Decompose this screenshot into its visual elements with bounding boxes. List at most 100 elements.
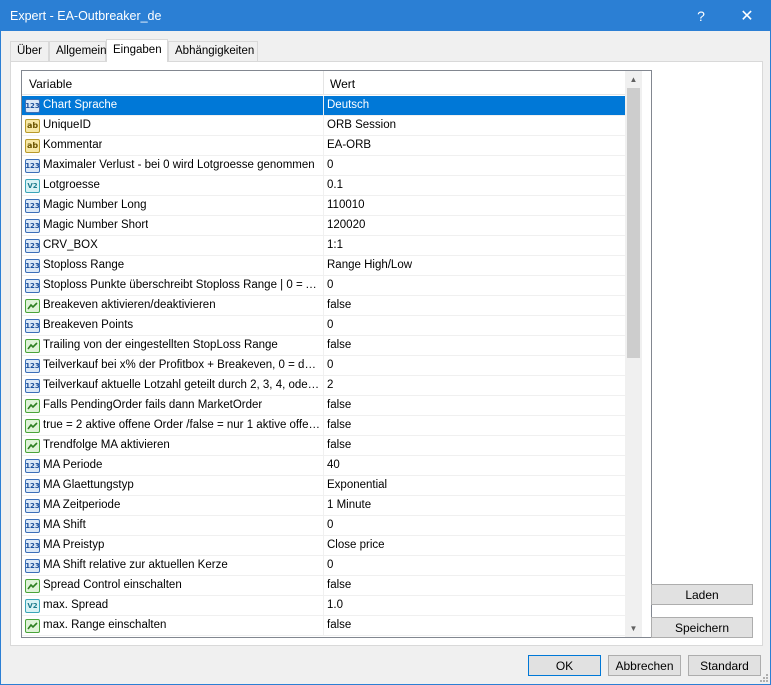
scroll-thumb[interactable] (627, 88, 640, 358)
value-cell[interactable]: 0 (324, 356, 625, 375)
value-cell[interactable]: false (324, 576, 625, 595)
table-row[interactable]: 123 CRV_BOX 1:1 (22, 236, 625, 256)
value-cell[interactable]: Deutsch (324, 96, 625, 115)
ok-button[interactable]: OK (528, 655, 601, 676)
table-row[interactable]: true = 2 aktive offene Order /false = nu… (22, 416, 625, 436)
table-row[interactable]: Spread Control einschalten false (22, 576, 625, 596)
value-cell[interactable]: 0.1 (324, 176, 625, 195)
value-cell[interactable]: 1.0 (324, 596, 625, 615)
variable-cell[interactable]: Breakeven aktivieren/deaktivieren (22, 296, 324, 315)
scroll-down-icon[interactable]: ▼ (625, 620, 642, 637)
table-row[interactable]: V2 max. Spread 1.0 (22, 596, 625, 616)
help-button[interactable]: ? (678, 1, 724, 31)
table-row[interactable]: V2 Lotgroesse 0.1 (22, 176, 625, 196)
table-row[interactable]: Trendfolge MA aktivieren false (22, 436, 625, 456)
variable-cell[interactable]: 123 Magic Number Long (22, 196, 324, 215)
table-row[interactable]: 123 Maximaler Verlust - bei 0 wird Lotgro… (22, 156, 625, 176)
variable-cell[interactable]: Trailing von der eingestellten StopLoss … (22, 336, 324, 355)
value-cell[interactable]: 1 Minute (324, 496, 625, 515)
variable-cell[interactable]: 123 Magic Number Short (22, 216, 324, 235)
value-cell[interactable]: 0 (324, 516, 625, 535)
vertical-scrollbar[interactable]: ▲ ▼ (625, 71, 642, 637)
value-cell[interactable]: 0 (324, 316, 625, 335)
variable-cell[interactable]: Falls PendingOrder fails dann MarketOrde… (22, 396, 324, 415)
variable-cell[interactable]: 123 MA Periode (22, 456, 324, 475)
table-row[interactable]: max. Range einschalten false (22, 616, 625, 636)
table-row[interactable]: 123 MA Shift relative zur aktuellen Kerze… (22, 556, 625, 576)
title-bar[interactable]: Expert - EA-Outbreaker_de ? ✕ (1, 1, 770, 31)
value-cell[interactable]: false (324, 616, 625, 635)
tab-dependencies[interactable]: Abhängigkeiten (168, 41, 258, 61)
variable-cell[interactable]: 123 Chart Sprache (22, 96, 324, 115)
value-cell[interactable]: Close price (324, 536, 625, 555)
table-row[interactable]: ab UniqueID ORB Session (22, 116, 625, 136)
value-cell[interactable]: 40 (324, 456, 625, 475)
value-cell[interactable]: 120020 (324, 216, 625, 235)
table-row[interactable]: 123 Breakeven Points 0 (22, 316, 625, 336)
value-cell[interactable]: false (324, 336, 625, 355)
close-button[interactable]: ✕ (724, 1, 770, 31)
variable-cell[interactable]: Spread Control einschalten (22, 576, 324, 595)
variable-cell[interactable]: 123 Teilverkauf bei x% der Profitbox + Br… (22, 356, 324, 375)
tab-inputs[interactable]: Eingaben (106, 39, 168, 62)
value-cell[interactable]: Exponential (324, 476, 625, 495)
value-cell[interactable]: ORB Session (324, 116, 625, 135)
table-row[interactable]: 123 MA Preistyp Close price (22, 536, 625, 556)
table-row[interactable]: 123 MA Glaettungstyp Exponential (22, 476, 625, 496)
value-cell[interactable]: 2 (324, 376, 625, 395)
value-cell[interactable]: EA-ORB (324, 136, 625, 155)
variable-cell[interactable]: 123 Maximaler Verlust - bei 0 wird Lotgro… (22, 156, 324, 175)
tab-about[interactable]: Über (10, 41, 49, 61)
value-cell[interactable]: false (324, 296, 625, 315)
value-cell[interactable]: 110010 (324, 196, 625, 215)
table-row[interactable]: 123 Teilverkauf aktuelle Lotzahl geteilt … (22, 376, 625, 396)
value-cell[interactable]: false (324, 396, 625, 415)
value-cell[interactable]: false (324, 416, 625, 435)
table-row[interactable]: Trailing von der eingestellten StopLoss … (22, 336, 625, 356)
table-row[interactable]: 123 Teilverkauf bei x% der Profitbox + Br… (22, 356, 625, 376)
tab-general[interactable]: Allgemein (49, 41, 107, 61)
table-row[interactable]: 123 Stoploss Punkte überschreibt Stoploss… (22, 276, 625, 296)
variable-cell[interactable]: 123 MA Shift relative zur aktuellen Kerze (22, 556, 324, 575)
variable-cell[interactable]: 123 MA Preistyp (22, 536, 324, 555)
save-button[interactable]: Speichern (651, 617, 753, 638)
variable-cell[interactable]: 123 Stoploss Range (22, 256, 324, 275)
variable-cell[interactable]: true = 2 aktive offene Order /false = nu… (22, 416, 324, 435)
variable-cell[interactable]: 123 Teilverkauf aktuelle Lotzahl geteilt … (22, 376, 324, 395)
resize-grip-icon[interactable] (759, 673, 769, 683)
column-header-variable[interactable]: Variable (29, 77, 72, 91)
table-row[interactable]: 123 MA Periode 40 (22, 456, 625, 476)
value-cell[interactable]: 1:1 (324, 236, 625, 255)
table-row[interactable]: 123 MA Zeitperiode 1 Minute (22, 496, 625, 516)
value-cell[interactable]: false (324, 436, 625, 455)
load-button[interactable]: Laden (651, 584, 753, 605)
variable-cell[interactable]: 123 Breakeven Points (22, 316, 324, 335)
variable-cell[interactable]: max. Range einschalten (22, 616, 324, 635)
table-row[interactable]: 123 Magic Number Long 110010 (22, 196, 625, 216)
value-cell[interactable]: 0 (324, 156, 625, 175)
variable-cell[interactable]: 123 CRV_BOX (22, 236, 324, 255)
variable-cell[interactable]: Trendfolge MA aktivieren (22, 436, 324, 455)
variable-cell[interactable]: 123 MA Glaettungstyp (22, 476, 324, 495)
scroll-up-icon[interactable]: ▲ (625, 71, 642, 88)
variable-cell[interactable]: V2 max. Spread (22, 596, 324, 615)
table-row[interactable]: 123 Chart Sprache Deutsch (22, 96, 625, 116)
column-header-value[interactable]: Wert (330, 77, 355, 91)
variable-cell[interactable]: 123 MA Shift (22, 516, 324, 535)
table-row[interactable]: 123 MA Shift 0 (22, 516, 625, 536)
table-row[interactable]: ab Kommentar EA-ORB (22, 136, 625, 156)
default-button[interactable]: Standard (688, 655, 761, 676)
table-row[interactable]: Falls PendingOrder fails dann MarketOrde… (22, 396, 625, 416)
value-cell[interactable]: 0 (324, 556, 625, 575)
variable-cell[interactable]: V2 Lotgroesse (22, 176, 324, 195)
variable-cell[interactable]: 123 Stoploss Punkte überschreibt Stoploss… (22, 276, 324, 295)
variable-cell[interactable]: 123 MA Zeitperiode (22, 496, 324, 515)
value-cell[interactable]: 0 (324, 276, 625, 295)
cancel-button[interactable]: Abbrechen (608, 655, 681, 676)
column-separator[interactable] (323, 71, 324, 95)
variable-cell[interactable]: ab Kommentar (22, 136, 324, 155)
table-row[interactable]: 123 Stoploss Range Range High/Low (22, 256, 625, 276)
value-cell[interactable]: Range High/Low (324, 256, 625, 275)
table-row[interactable]: 123 Magic Number Short 120020 (22, 216, 625, 236)
variable-cell[interactable]: ab UniqueID (22, 116, 324, 135)
